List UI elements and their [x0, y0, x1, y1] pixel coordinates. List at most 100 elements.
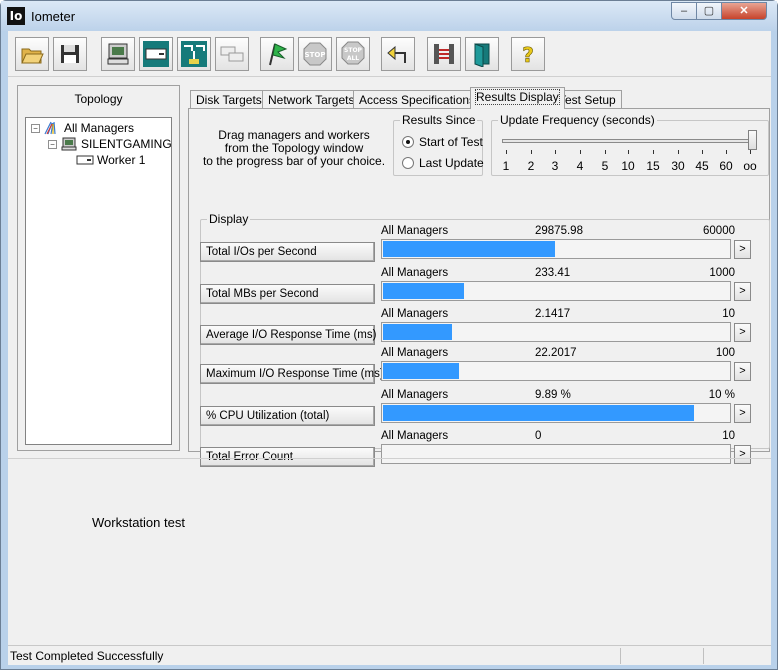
tree-node-manager[interactable]: − SILENTGAMING	[48, 137, 172, 151]
disk-worker-icon	[76, 155, 94, 165]
tab-results-display[interactable]: Results Display	[470, 87, 565, 109]
tab-strip: Disk Targets Network Targets Access Spec…	[189, 87, 771, 109]
duplicate-worker-button[interactable]	[215, 37, 249, 71]
radio-label: Start of Test	[419, 135, 483, 149]
frequency-tick	[653, 150, 654, 154]
metric-manager-button[interactable]: >	[734, 282, 751, 301]
question-icon: ?	[522, 43, 534, 67]
tree-label: All Managers	[64, 121, 135, 135]
metric-source: All Managers	[381, 267, 449, 279]
collapse-icon[interactable]: −	[48, 139, 57, 149]
tab-access-specifications[interactable]: Access Specifications	[353, 90, 482, 109]
radio-start-of-test[interactable]: Start of Test	[402, 135, 483, 149]
metric-value: 233.41	[535, 267, 571, 279]
exit-button[interactable]	[465, 37, 499, 71]
stop-all-icon-text2: ALL	[347, 55, 359, 62]
maximize-button[interactable]: ▢	[696, 2, 722, 20]
frequency-tick-label: oo	[743, 159, 757, 173]
save-config-button[interactable]	[53, 37, 87, 71]
duplicate-icon	[220, 46, 244, 62]
tab-disk-targets[interactable]: Disk Targets	[190, 90, 268, 109]
iometer-window: Io Iometer – ▢ ✕ STOP STOP ALL ? Topolog…	[0, 0, 778, 670]
metric-value: 29875.98	[535, 225, 583, 237]
metric-select-button[interactable]: Total MBs per Second	[200, 284, 375, 304]
topology-tree[interactable]: − All Managers − SILENTGAMING Worker 1	[25, 117, 172, 445]
start-disk-worker-button[interactable]	[139, 37, 173, 71]
metric-max: 60000	[703, 225, 735, 237]
frequency-tick-label: 1	[502, 159, 510, 173]
toolbar: STOP STOP ALL ?	[8, 31, 771, 77]
metric-max: 100	[715, 347, 735, 359]
metric-value: 2.1417	[535, 308, 571, 320]
minimize-button[interactable]: –	[671, 2, 697, 20]
metric-select-button[interactable]: % CPU Utilization (total)	[200, 406, 375, 426]
tab-label: Test Setup	[559, 93, 616, 107]
metric-select-button[interactable]: Average I/O Response Time (ms)	[200, 325, 376, 345]
tab-label: Results Display	[475, 89, 560, 105]
title-bar[interactable]: Io Iometer – ▢ ✕	[1, 1, 777, 31]
tree-node-all-managers[interactable]: − All Managers	[31, 121, 134, 135]
collapse-icon[interactable]: −	[31, 123, 40, 133]
reset-workers-button[interactable]	[381, 37, 415, 71]
metric-progress-bar	[381, 403, 731, 423]
stop-all-button[interactable]: STOP ALL	[336, 37, 370, 71]
start-manager-button[interactable]	[101, 37, 135, 71]
stop-button[interactable]: STOP	[298, 37, 332, 71]
exit-door-icon	[474, 43, 490, 67]
metric-manager-button[interactable]: >	[734, 404, 751, 423]
tab-label: Access Specifications	[359, 93, 476, 107]
green-flag-icon	[269, 43, 288, 66]
open-config-button[interactable]	[15, 37, 49, 71]
metric-manager-button[interactable]: >	[734, 240, 751, 259]
frequency-slider-track[interactable]	[502, 139, 756, 143]
tab-label: Network Targets	[268, 93, 355, 107]
tree-node-worker[interactable]: Worker 1	[76, 153, 145, 167]
topology-panel: Topology − All Managers − SILENTGAMING W…	[17, 85, 180, 451]
start-tests-button[interactable]	[260, 37, 294, 71]
update-frequency-title: Update Frequency (seconds)	[498, 113, 657, 127]
update-frequency-group: Update Frequency (seconds) 1 2 3 4 5 10 15 30 45…	[491, 113, 769, 176]
status-separator	[703, 648, 704, 664]
frequency-slider-thumb[interactable]	[748, 130, 757, 150]
frequency-tick	[750, 150, 751, 154]
status-bar: Test Completed Successfully	[8, 645, 771, 665]
workstation-label: Workstation test	[92, 515, 185, 530]
topology-title: Topology	[74, 92, 123, 106]
frequency-tick	[628, 150, 629, 154]
frequency-tick-label: 4	[576, 159, 584, 173]
frequency-tick-label: 10	[621, 159, 635, 173]
status-separator	[620, 648, 621, 664]
status-text: Test Completed Successfully	[10, 649, 164, 663]
metric-manager-button[interactable]: >	[734, 362, 751, 381]
metric-progress-bar	[381, 361, 731, 381]
frequency-tick-label: 2	[527, 159, 535, 173]
metric-select-button[interactable]: Maximum I/O Response Time (ms)	[200, 364, 384, 384]
new-window-button[interactable]	[427, 37, 461, 71]
disk-worker-icon	[143, 41, 169, 67]
frequency-tick	[605, 150, 606, 154]
results-since-group: Results Since Start of Test Last Update	[393, 113, 484, 176]
metric-max: 10 %	[708, 389, 735, 401]
iometer-app-icon: Io	[7, 7, 25, 25]
radio-unselected-icon	[402, 157, 414, 169]
computer-icon	[61, 137, 77, 151]
metric-source: All Managers	[381, 225, 449, 237]
close-button[interactable]: ✕	[721, 2, 767, 20]
frequency-tick	[531, 150, 532, 154]
client-area: STOP STOP ALL ? Topology − All Managers …	[8, 31, 771, 665]
drag-instructions: Drag managers and workers from the Topol…	[201, 129, 387, 168]
metric-select-button[interactable]: Total I/Os per Second	[200, 242, 375, 262]
open-folder-icon	[21, 48, 44, 64]
display-title: Display	[207, 212, 251, 226]
tab-network-targets[interactable]: Network Targets	[262, 90, 361, 109]
computer-icon	[107, 43, 129, 65]
floppy-disk-icon	[61, 45, 79, 63]
frequency-tick	[702, 150, 703, 154]
frequency-tick	[555, 150, 556, 154]
metric-progress-fill	[383, 405, 694, 421]
metric-manager-button[interactable]: >	[734, 323, 751, 342]
frequency-tick	[726, 150, 727, 154]
start-network-worker-button[interactable]	[177, 37, 211, 71]
about-button[interactable]: ?	[511, 37, 545, 71]
radio-last-update[interactable]: Last Update	[402, 156, 484, 170]
